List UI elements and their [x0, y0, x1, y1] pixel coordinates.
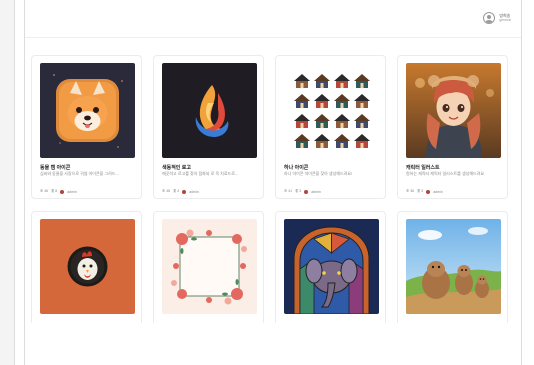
flame-logo-image: [162, 63, 257, 158]
like-count: 좋 4: [173, 189, 180, 193]
card-meta: 조 48 좋 4 admin: [162, 189, 199, 194]
main-content: 방희송 general 동물 캠 아이콘 심바와 동물을 사랑으로 귀엽 아이콘…: [24, 0, 522, 365]
author-name: admin: [67, 189, 77, 194]
card-title: 캐릭터 일러스트: [406, 165, 440, 171]
like-count: 좋 3: [295, 189, 302, 193]
card-title: 하나 아이콘: [284, 165, 309, 171]
author-avatar-icon: [182, 189, 187, 194]
card-meta: 조 46 좋 8 admin: [40, 189, 77, 194]
rooster-badge-image: [40, 219, 135, 314]
sidebar-strip: [0, 0, 15, 365]
prairie-dogs-image: [406, 219, 501, 314]
card-description: 심바와 동물을 사랑으로 귀엽 아이콘을 그려드...: [40, 171, 119, 176]
building-icons-image: [284, 63, 379, 158]
like-count: 좋 3: [417, 189, 424, 193]
user-profile[interactable]: 방희송 general: [483, 12, 511, 24]
profile-role: general: [499, 17, 511, 22]
view-count: 조 36: [406, 189, 415, 193]
card-title: 동물 캠 아이콘: [40, 165, 71, 171]
gallery-card[interactable]: 하나 아이콘 하나 아이콘 아이콘을 찾아 생성해드려요! 조 41 좋 3 a…: [275, 55, 386, 199]
gallery-card[interactable]: [397, 211, 508, 323]
gallery-card[interactable]: [153, 211, 264, 323]
view-count: 조 46: [40, 189, 49, 193]
card-title: 색동적인 로고: [162, 165, 191, 171]
like-count: 좋 8: [51, 189, 58, 193]
author-avatar-icon: [60, 189, 65, 194]
floral-frame-image: [162, 219, 257, 314]
header-bar: 방희송 general: [25, 0, 521, 38]
character-illustration-image: [406, 63, 501, 158]
dog-icon-image: [40, 63, 135, 158]
author-avatar-icon: [426, 189, 431, 194]
card-meta: 조 36 좋 3 admin: [406, 189, 443, 194]
gallery-card[interactable]: 동물 캠 아이콘 심바와 동물을 사랑으로 귀엽 아이콘을 그려드... 조 4…: [31, 55, 142, 199]
gallery-card[interactable]: [275, 211, 386, 323]
card-description: 하나 아이콘 아이콘을 찾아 생성해드려요!: [284, 171, 353, 176]
view-count: 조 41: [284, 189, 293, 193]
author-name: admin: [433, 189, 443, 194]
gallery-grid: 동물 캠 아이콘 심바와 동물을 사랑으로 귀엽 아이콘을 그려드... 조 4…: [31, 55, 515, 323]
author-name: admin: [189, 189, 199, 194]
card-meta: 조 41 좋 3 admin: [284, 189, 321, 194]
view-count: 조 48: [162, 189, 171, 193]
author-avatar-icon: [304, 189, 309, 194]
gallery-card[interactable]: [31, 211, 142, 323]
stained-glass-elephant-image: [284, 219, 379, 314]
avatar-icon: [483, 12, 496, 24]
card-description: 원하는 캐릭터 캐릭터 일러스트를 생성해드려요: [406, 171, 485, 176]
gallery-card[interactable]: 색동적인 로고 깨끗하고 로고를 찾아 점화되 로 옥 치료드로... 조 48…: [153, 55, 264, 199]
author-name: admin: [311, 189, 321, 194]
gallery-card[interactable]: 캐릭터 일러스트 원하는 캐릭터 캐릭터 일러스트를 생성해드려요 조 36 좋…: [397, 55, 508, 199]
card-description: 깨끗하고 로고를 찾아 점화되 로 옥 치료드로...: [162, 171, 239, 176]
